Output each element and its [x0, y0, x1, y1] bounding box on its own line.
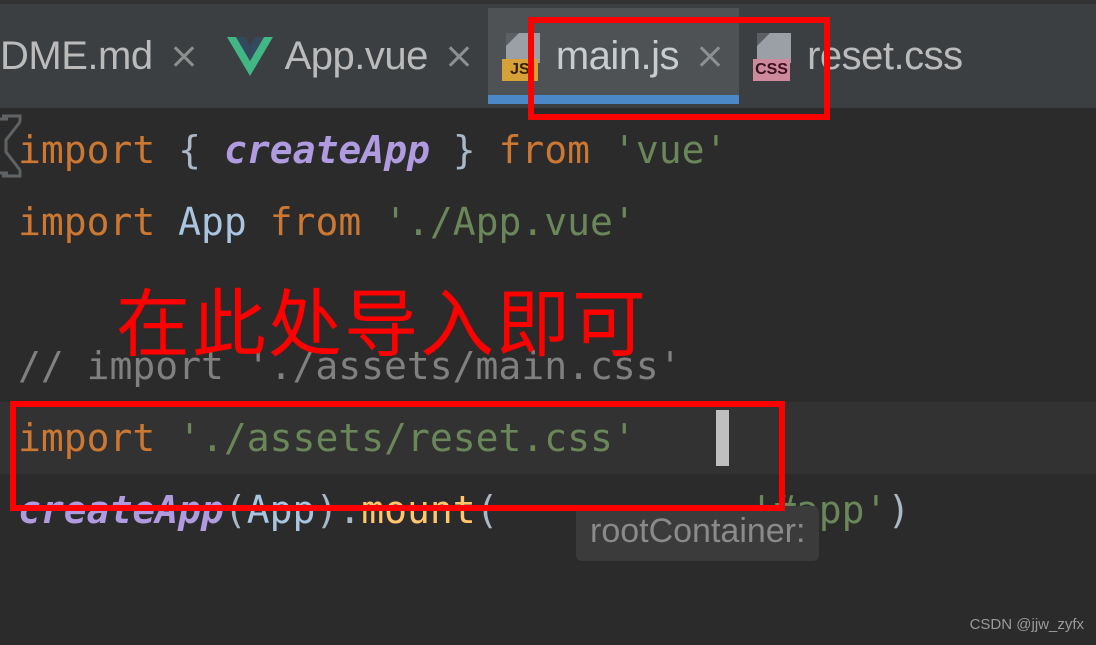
- css-badge: CSS: [753, 59, 790, 81]
- annotation-note-text: 在此处导入即可: [116, 282, 648, 368]
- code-token: createApp: [18, 488, 224, 532]
- text-caret: [716, 410, 729, 466]
- tab-label: App.vue: [284, 34, 429, 78]
- parameter-hint-popup: rootContainer:: [576, 506, 820, 561]
- code-token: ): [315, 488, 339, 532]
- code-token: './assets/reset.css': [178, 416, 636, 460]
- close-icon[interactable]: [444, 41, 474, 71]
- tab-readme-md[interactable]: DME.md: [0, 8, 213, 104]
- code-token: ): [887, 488, 911, 532]
- code-line: import { createApp } from 'vue': [18, 114, 727, 186]
- tab-app-vue[interactable]: App.vue: [212, 8, 488, 104]
- code-token: {: [178, 128, 202, 172]
- tab-label: reset.css: [807, 34, 963, 78]
- code-token: App: [178, 200, 247, 244]
- code-content[interactable]: import { createApp } from 'vue' import A…: [0, 108, 1096, 645]
- tab-label: DME.md: [0, 34, 153, 78]
- code-token: import: [18, 416, 156, 460]
- code-token: (: [475, 488, 499, 532]
- tab-main-js[interactable]: JS main.js: [487, 8, 740, 104]
- code-token: 'vue': [612, 128, 728, 172]
- active-tab-underline: [487, 95, 740, 104]
- code-editor[interactable]: import { createApp } from 'vue' import A…: [0, 108, 1096, 645]
- code-token: createApp: [223, 128, 430, 172]
- code-line: import App from './App.vue': [18, 186, 636, 258]
- code-token: from: [498, 128, 591, 172]
- code-token: .: [338, 488, 362, 532]
- code-token: }: [452, 128, 476, 172]
- code-token: (: [223, 488, 247, 532]
- code-token: import: [18, 128, 156, 172]
- file-fold-corner: [757, 33, 771, 46]
- javascript-file-icon: JS: [501, 31, 544, 81]
- editor-window: DME.md App.vue JS main.js CSS reset.css …: [0, 0, 1096, 645]
- tab-strip: DME.md App.vue JS main.js CSS reset.css: [0, 8, 977, 104]
- code-token: import: [18, 200, 156, 244]
- csdn-watermark: CSDN @jjw_zyfx: [969, 616, 1084, 633]
- css-file-icon: CSS: [753, 31, 795, 81]
- tab-label: main.js: [555, 34, 680, 78]
- editor-tab-bar: DME.md App.vue JS main.js CSS reset.css: [0, 0, 1096, 108]
- code-token: mount: [361, 488, 476, 532]
- js-badge: JS: [501, 59, 538, 81]
- file-fold-corner: [505, 33, 519, 46]
- code-token: './App.vue': [384, 200, 636, 244]
- code-line: import './assets/reset.css': [18, 402, 636, 474]
- code-token: from: [269, 200, 362, 244]
- close-icon[interactable]: [695, 41, 725, 71]
- code-token: App: [246, 488, 316, 532]
- close-icon[interactable]: [169, 41, 199, 71]
- tab-reset-css[interactable]: CSS reset.css: [739, 8, 977, 104]
- vue-logo-icon: [226, 35, 273, 77]
